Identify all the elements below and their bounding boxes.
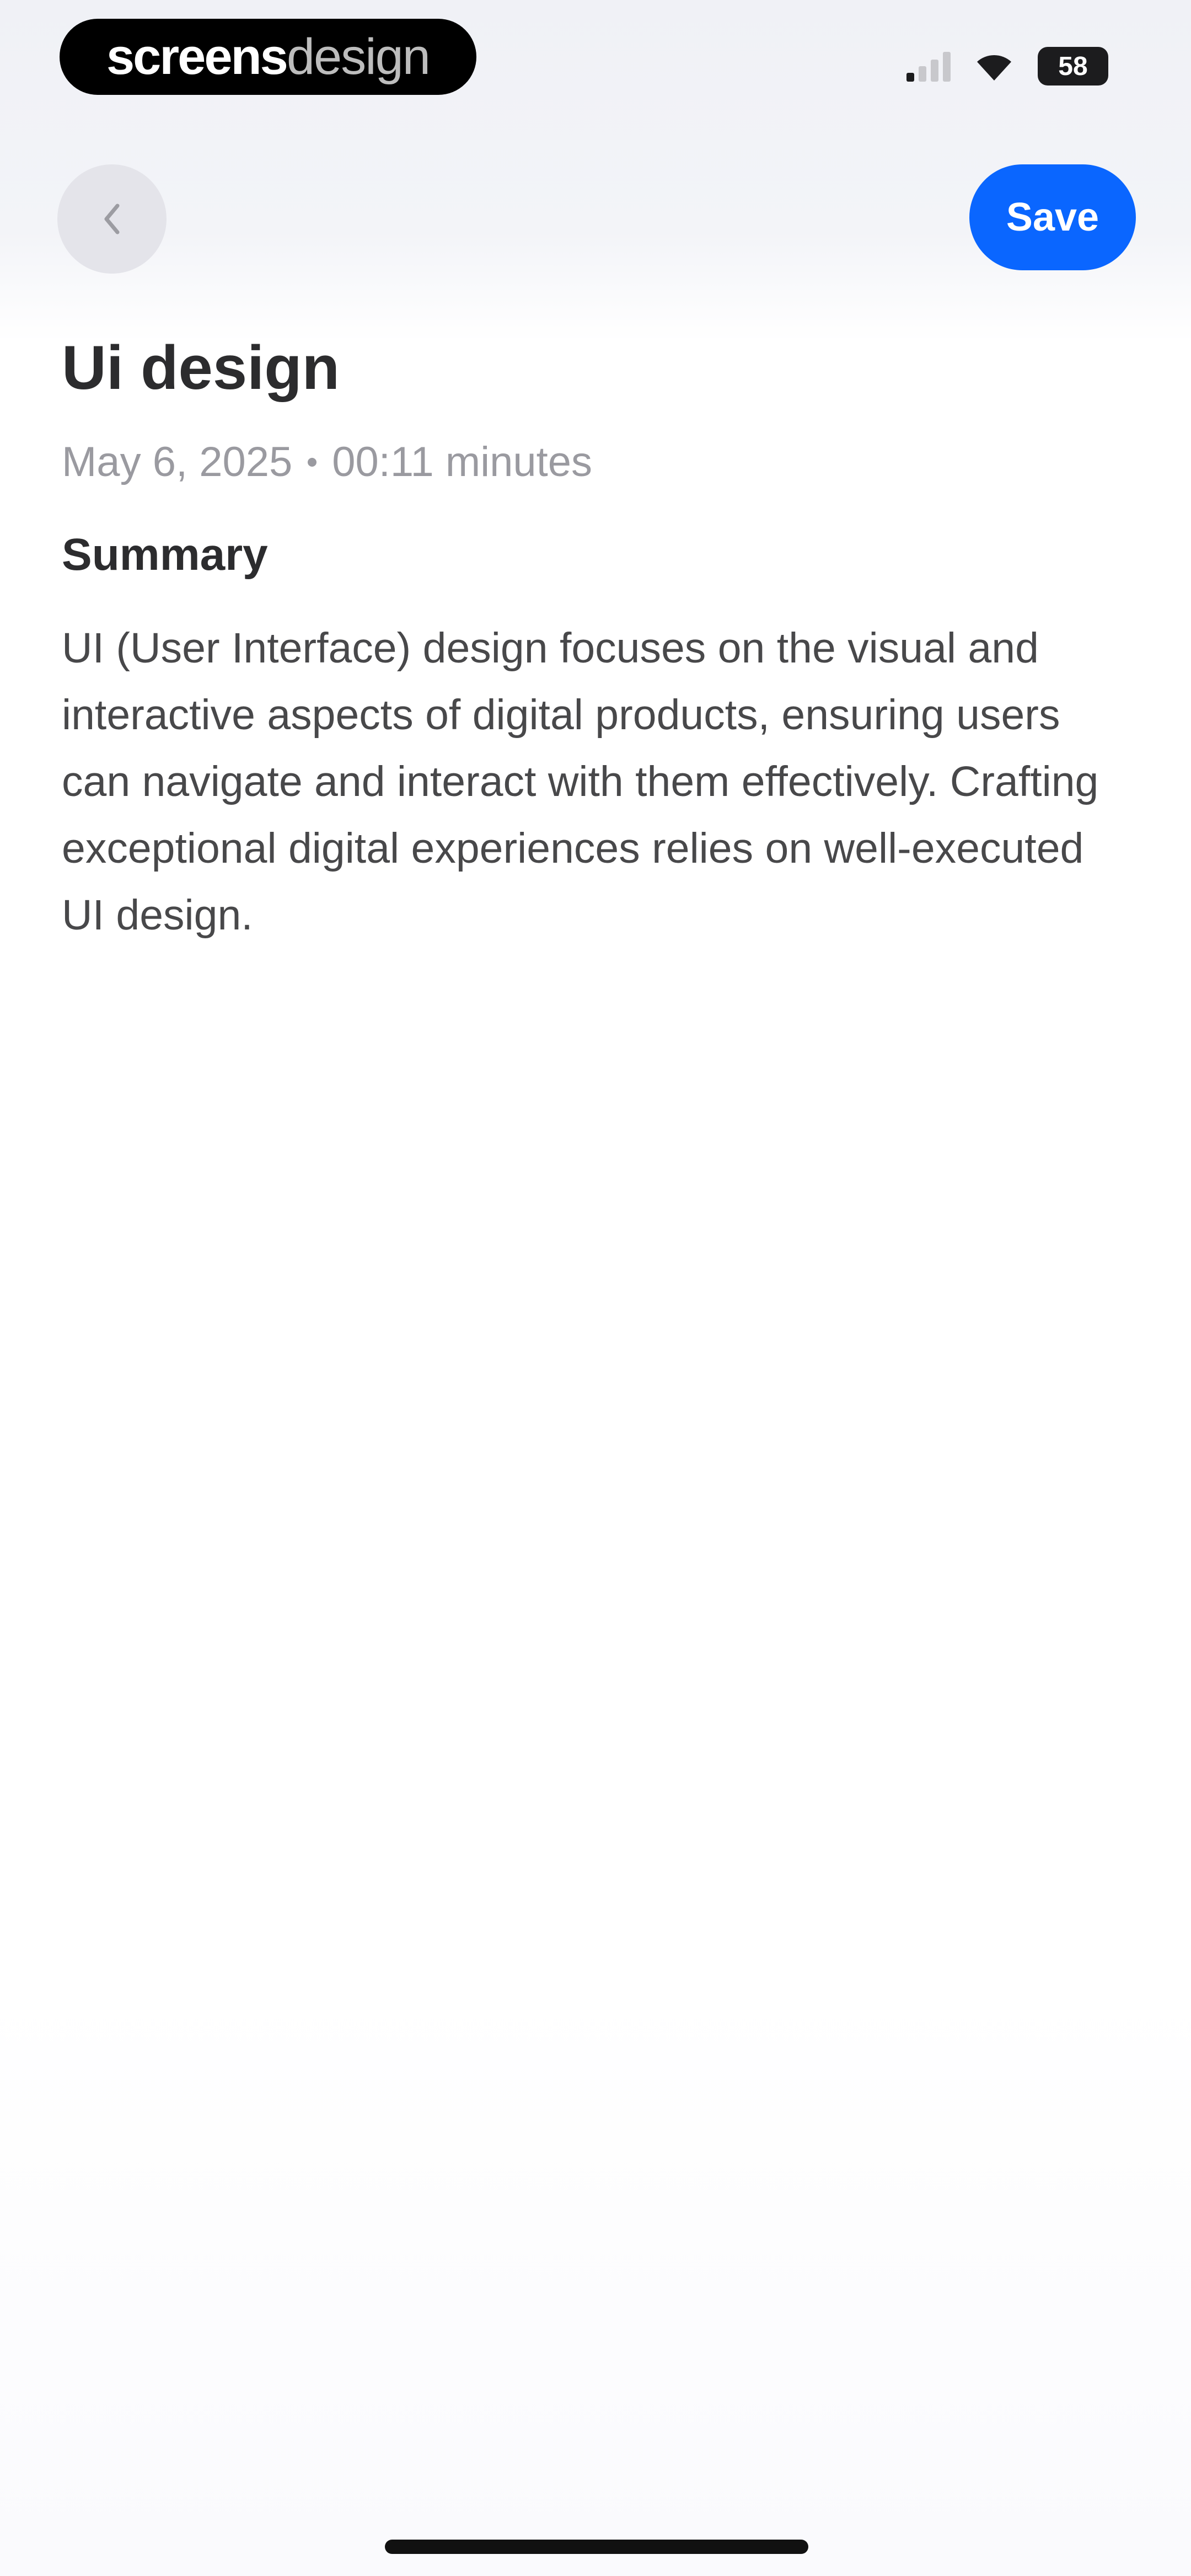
status-bar: screens design 58 — [0, 0, 1191, 116]
note-content: Ui design May 6, 2025 00:11 minutes Summ… — [62, 331, 1131, 949]
cellular-signal-icon — [906, 51, 951, 82]
note-meta: May 6, 2025 00:11 minutes — [62, 438, 1131, 486]
note-duration: 00:11 minutes — [332, 439, 593, 486]
battery-level: 58 — [1058, 51, 1088, 81]
chevron-left-icon — [104, 204, 120, 234]
brand-logo: screens design — [60, 19, 476, 95]
summary-heading: Summary — [62, 530, 268, 580]
note-detail-screen: screens design 58 Save Ui design May 6, … — [0, 0, 1191, 2576]
save-button[interactable]: Save — [969, 164, 1136, 270]
wifi-icon — [975, 51, 1013, 82]
note-date: May 6, 2025 — [62, 439, 293, 486]
brand-logo-strong: screens — [106, 28, 288, 85]
summary-text: UI (User Interface) design focuses on th… — [62, 624, 1099, 939]
battery-icon: 58 — [1038, 47, 1108, 85]
brand-logo-light: design — [286, 28, 431, 85]
page-title: Ui design — [62, 333, 340, 402]
status-icons: 58 — [906, 45, 1108, 87]
separator-dot — [308, 457, 317, 467]
home-indicator[interactable] — [385, 2540, 808, 2554]
back-button[interactable] — [57, 164, 167, 274]
